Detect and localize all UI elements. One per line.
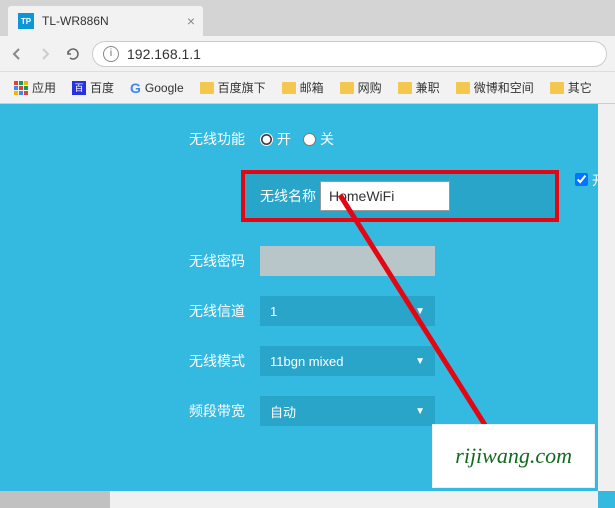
folder-icon [398, 82, 412, 94]
chevron-down-icon: ▼ [415, 306, 425, 317]
bookmarks-bar: 应用 百 百度 G Google 百度旗下 邮箱 网购 兼职 微博和空间 其它 [0, 72, 615, 104]
bandwidth-select[interactable]: 自动 ▼ [260, 396, 435, 426]
mode-label: 无线模式 [60, 351, 260, 371]
bookmark-folder[interactable]: 微博和空间 [450, 76, 540, 99]
close-icon[interactable]: × [187, 13, 195, 29]
wireless-name-label: 无线名称 [245, 186, 320, 206]
bookmark-folder[interactable]: 网购 [334, 76, 388, 99]
google-icon: G [130, 80, 141, 96]
folder-icon [550, 82, 564, 94]
tab-favicon: TP [18, 13, 34, 29]
bookmark-folder[interactable]: 其它 [544, 76, 598, 99]
site-info-icon[interactable]: i [103, 46, 119, 62]
channel-row: 无线信道 1 ▼ [60, 286, 615, 336]
baidu-icon: 百 [72, 81, 86, 95]
channel-label: 无线信道 [60, 301, 260, 321]
wireless-password-row: 无线密码 [60, 236, 615, 286]
tab-title: TL-WR886N [42, 14, 109, 28]
chevron-down-icon: ▼ [415, 356, 425, 367]
back-button[interactable] [8, 45, 26, 63]
vertical-scrollbar[interactable] [598, 104, 615, 491]
mode-row: 无线模式 11bgn mixed ▼ [60, 336, 615, 386]
folder-icon [282, 82, 296, 94]
watermark: rijiwang.com [432, 424, 595, 488]
wireless-function-label: 无线功能 [60, 129, 260, 149]
folder-icon [340, 82, 354, 94]
address-bar: i 192.168.1.1 [0, 36, 615, 72]
wireless-name-input[interactable] [320, 181, 450, 211]
horizontal-scrollbar[interactable] [0, 491, 598, 508]
bookmark-folder[interactable]: 百度旗下 [194, 76, 272, 99]
browser-tab-bar: TP TL-WR886N × [0, 0, 615, 36]
chevron-down-icon: ▼ [415, 406, 425, 417]
bookmark-folder[interactable]: 兼职 [392, 76, 446, 99]
apps-button[interactable]: 应用 [8, 76, 62, 99]
apps-icon [14, 81, 28, 95]
bandwidth-label: 频段带宽 [60, 401, 260, 421]
scrollbar-thumb[interactable] [0, 491, 110, 508]
forward-button[interactable] [36, 45, 54, 63]
wireless-function-row: 无线功能 开 关 [60, 114, 615, 164]
bookmark-baidu[interactable]: 百 百度 [66, 76, 120, 99]
radio-off[interactable]: 关 [303, 129, 334, 149]
channel-select[interactable]: 1 ▼ [260, 296, 435, 326]
browser-tab[interactable]: TP TL-WR886N × [8, 6, 203, 36]
bookmark-google[interactable]: G Google [124, 77, 190, 99]
bookmark-folder[interactable]: 邮箱 [276, 76, 330, 99]
reload-button[interactable] [64, 45, 82, 63]
wireless-password-label: 无线密码 [60, 251, 260, 271]
radio-on[interactable]: 开 [260, 129, 291, 149]
wireless-name-row: 无线名称 [245, 174, 555, 218]
folder-icon [456, 82, 470, 94]
folder-icon [200, 82, 214, 94]
url-input[interactable]: i 192.168.1.1 [92, 41, 607, 67]
url-text: 192.168.1.1 [127, 46, 201, 62]
wireless-password-input[interactable] [260, 246, 435, 276]
mode-select[interactable]: 11bgn mixed ▼ [260, 346, 435, 376]
